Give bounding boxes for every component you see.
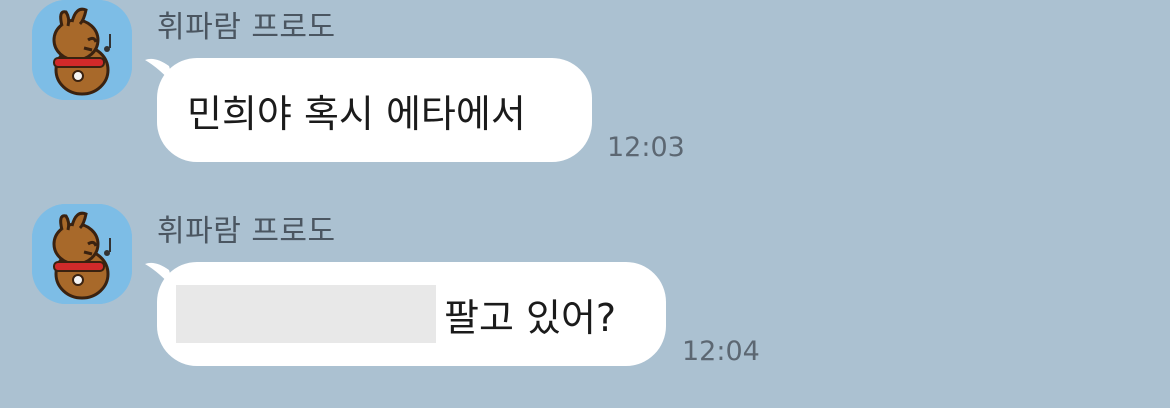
- frodo-avatar-icon: [32, 0, 132, 100]
- message-text: 팔고 있어?: [444, 295, 617, 340]
- sender-name: 휘파람 프로도: [157, 10, 336, 45]
- bubble-tail-icon: [145, 58, 175, 86]
- bubble-tail-icon: [145, 262, 175, 290]
- message-time: 12:04: [682, 336, 760, 367]
- sender-avatar[interactable]: [32, 0, 132, 100]
- message-text: 민희야 혹시 에타에서: [187, 91, 526, 136]
- message-time: 12:03: [607, 132, 685, 163]
- sender-avatar[interactable]: [32, 204, 132, 304]
- message-bubble[interactable]: 팔고 있어?: [145, 262, 666, 366]
- frodo-avatar-icon: [32, 204, 132, 304]
- message-bubble[interactable]: 민희야 혹시 에타에서: [145, 58, 592, 162]
- sender-name: 휘파람 프로도: [157, 214, 336, 249]
- redacted-block: [176, 285, 436, 343]
